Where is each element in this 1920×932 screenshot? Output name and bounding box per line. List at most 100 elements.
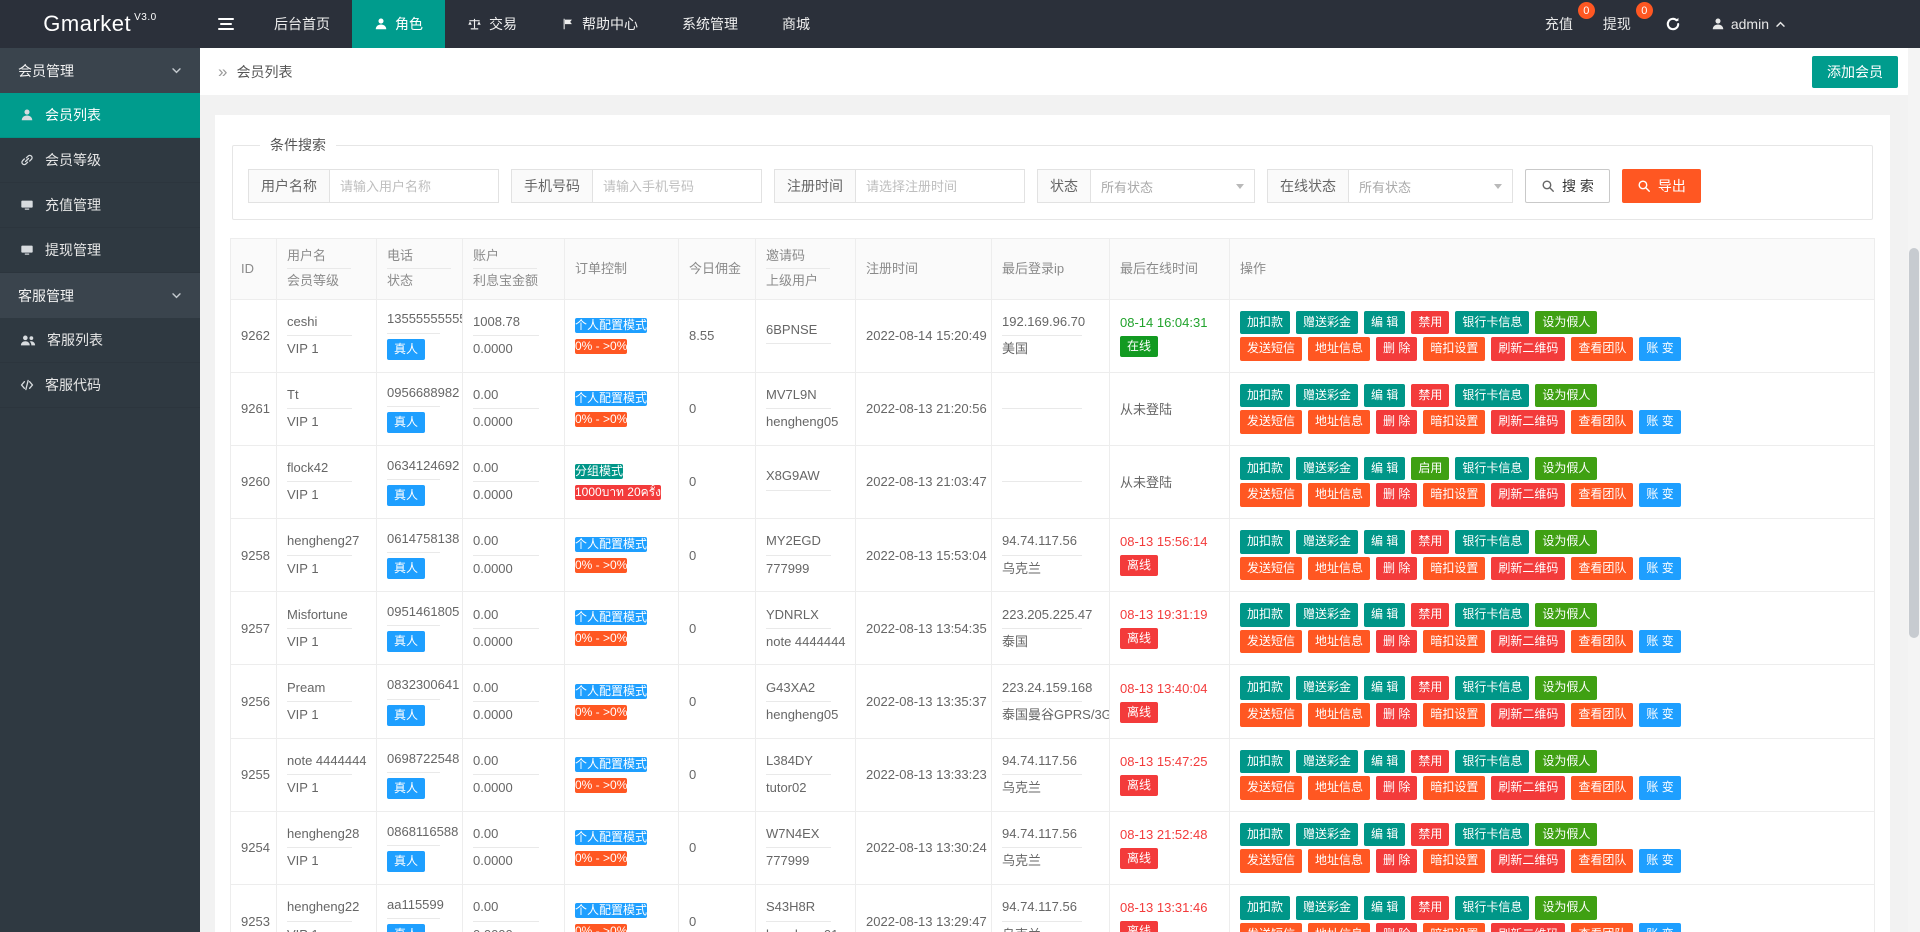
action-hidden-deduct-button[interactable]: 暗扣设置	[1423, 557, 1485, 581]
action-gift-bonus-button[interactable]: 赠送彩金	[1296, 384, 1358, 408]
action-toggle-status-button[interactable]: 禁用	[1411, 603, 1449, 627]
action-hidden-deduct-button[interactable]: 暗扣设置	[1423, 849, 1485, 873]
filter-select-online-status[interactable]: 所有状态	[1348, 169, 1513, 203]
nav-item-mall[interactable]: 商城	[760, 0, 832, 48]
action-view-team-button[interactable]: 查看团队	[1571, 337, 1633, 361]
action-account-change-button[interactable]: 账 变	[1639, 557, 1680, 581]
action-add-deduct-button[interactable]: 加扣款	[1240, 750, 1290, 774]
action-add-deduct-button[interactable]: 加扣款	[1240, 457, 1290, 481]
action-refresh-qrcode-button[interactable]: 刷新二维码	[1491, 630, 1565, 654]
action-bank-card-button[interactable]: 银行卡信息	[1455, 823, 1529, 847]
action-view-team-button[interactable]: 查看团队	[1571, 410, 1633, 434]
filter-input-regtime[interactable]	[855, 169, 1025, 203]
action-account-change-button[interactable]: 账 变	[1639, 337, 1680, 361]
recharge-menu[interactable]: 充值 0	[1533, 0, 1591, 48]
nav-item-system[interactable]: 系统管理	[660, 0, 760, 48]
vertical-scrollbar[interactable]	[1908, 48, 1920, 932]
action-hidden-deduct-button[interactable]: 暗扣设置	[1423, 410, 1485, 434]
action-account-change-button[interactable]: 账 变	[1639, 849, 1680, 873]
action-hidden-deduct-button[interactable]: 暗扣设置	[1423, 337, 1485, 361]
add-member-button[interactable]: 添加会员	[1812, 56, 1898, 88]
action-hidden-deduct-button[interactable]: 暗扣设置	[1423, 923, 1485, 932]
action-delete-button[interactable]: 删 除	[1376, 410, 1417, 434]
user-menu[interactable]: admin	[1697, 0, 1800, 48]
action-delete-button[interactable]: 删 除	[1376, 630, 1417, 654]
filter-input-phone[interactable]	[592, 169, 762, 203]
action-toggle-status-button[interactable]: 禁用	[1411, 311, 1449, 335]
sidebar-item-member-level[interactable]: 会员等级	[0, 138, 200, 183]
action-set-fake-button[interactable]: 设为假人	[1535, 311, 1597, 335]
action-bank-card-button[interactable]: 银行卡信息	[1455, 311, 1529, 335]
action-refresh-qrcode-button[interactable]: 刷新二维码	[1491, 337, 1565, 361]
action-send-sms-button[interactable]: 发送短信	[1240, 557, 1302, 581]
withdraw-menu[interactable]: 提现 0	[1591, 0, 1649, 48]
action-toggle-status-button[interactable]: 禁用	[1411, 896, 1449, 920]
action-send-sms-button[interactable]: 发送短信	[1240, 923, 1302, 932]
action-address-info-button[interactable]: 地址信息	[1308, 703, 1370, 727]
action-account-change-button[interactable]: 账 变	[1639, 703, 1680, 727]
nav-item-trade[interactable]: 交易	[445, 0, 539, 48]
action-address-info-button[interactable]: 地址信息	[1308, 557, 1370, 581]
sidebar-group-0[interactable]: 会员管理	[0, 48, 200, 93]
action-edit-button[interactable]: 编 辑	[1364, 530, 1405, 554]
action-hidden-deduct-button[interactable]: 暗扣设置	[1423, 483, 1485, 507]
action-refresh-qrcode-button[interactable]: 刷新二维码	[1491, 557, 1565, 581]
action-gift-bonus-button[interactable]: 赠送彩金	[1296, 896, 1358, 920]
action-add-deduct-button[interactable]: 加扣款	[1240, 823, 1290, 847]
action-address-info-button[interactable]: 地址信息	[1308, 923, 1370, 932]
action-add-deduct-button[interactable]: 加扣款	[1240, 603, 1290, 627]
action-gift-bonus-button[interactable]: 赠送彩金	[1296, 311, 1358, 335]
action-add-deduct-button[interactable]: 加扣款	[1240, 896, 1290, 920]
nav-item-help-center[interactable]: 帮助中心	[539, 0, 660, 48]
action-toggle-status-button[interactable]: 禁用	[1411, 384, 1449, 408]
action-gift-bonus-button[interactable]: 赠送彩金	[1296, 457, 1358, 481]
action-toggle-status-button[interactable]: 禁用	[1411, 750, 1449, 774]
action-delete-button[interactable]: 删 除	[1376, 337, 1417, 361]
action-account-change-button[interactable]: 账 变	[1639, 630, 1680, 654]
scrollbar-thumb[interactable]	[1909, 248, 1919, 638]
action-address-info-button[interactable]: 地址信息	[1308, 849, 1370, 873]
action-set-fake-button[interactable]: 设为假人	[1535, 750, 1597, 774]
action-delete-button[interactable]: 删 除	[1376, 776, 1417, 800]
action-send-sms-button[interactable]: 发送短信	[1240, 630, 1302, 654]
action-refresh-qrcode-button[interactable]: 刷新二维码	[1491, 703, 1565, 727]
action-delete-button[interactable]: 删 除	[1376, 483, 1417, 507]
action-edit-button[interactable]: 编 辑	[1364, 750, 1405, 774]
action-set-fake-button[interactable]: 设为假人	[1535, 384, 1597, 408]
action-edit-button[interactable]: 编 辑	[1364, 311, 1405, 335]
action-bank-card-button[interactable]: 银行卡信息	[1455, 530, 1529, 554]
action-refresh-qrcode-button[interactable]: 刷新二维码	[1491, 410, 1565, 434]
action-send-sms-button[interactable]: 发送短信	[1240, 410, 1302, 434]
action-bank-card-button[interactable]: 银行卡信息	[1455, 457, 1529, 481]
action-bank-card-button[interactable]: 银行卡信息	[1455, 750, 1529, 774]
search-button[interactable]: 搜 索	[1525, 169, 1610, 203]
nav-item-dashboard[interactable]: 后台首页	[252, 0, 352, 48]
action-set-fake-button[interactable]: 设为假人	[1535, 896, 1597, 920]
sidebar-item-service-code[interactable]: 客服代码	[0, 363, 200, 408]
refresh-button[interactable]	[1649, 0, 1697, 48]
action-set-fake-button[interactable]: 设为假人	[1535, 676, 1597, 700]
action-view-team-button[interactable]: 查看团队	[1571, 483, 1633, 507]
action-bank-card-button[interactable]: 银行卡信息	[1455, 676, 1529, 700]
action-edit-button[interactable]: 编 辑	[1364, 603, 1405, 627]
action-bank-card-button[interactable]: 银行卡信息	[1455, 384, 1529, 408]
action-delete-button[interactable]: 删 除	[1376, 849, 1417, 873]
action-add-deduct-button[interactable]: 加扣款	[1240, 384, 1290, 408]
action-add-deduct-button[interactable]: 加扣款	[1240, 311, 1290, 335]
action-set-fake-button[interactable]: 设为假人	[1535, 457, 1597, 481]
action-address-info-button[interactable]: 地址信息	[1308, 337, 1370, 361]
action-refresh-qrcode-button[interactable]: 刷新二维码	[1491, 849, 1565, 873]
action-account-change-button[interactable]: 账 变	[1639, 923, 1680, 932]
action-bank-card-button[interactable]: 银行卡信息	[1455, 896, 1529, 920]
action-address-info-button[interactable]: 地址信息	[1308, 630, 1370, 654]
action-send-sms-button[interactable]: 发送短信	[1240, 703, 1302, 727]
action-send-sms-button[interactable]: 发送短信	[1240, 776, 1302, 800]
action-refresh-qrcode-button[interactable]: 刷新二维码	[1491, 923, 1565, 932]
action-refresh-qrcode-button[interactable]: 刷新二维码	[1491, 776, 1565, 800]
sidebar-item-recharge-mgmt[interactable]: 充值管理	[0, 183, 200, 228]
action-view-team-button[interactable]: 查看团队	[1571, 923, 1633, 932]
action-set-fake-button[interactable]: 设为假人	[1535, 530, 1597, 554]
action-bank-card-button[interactable]: 银行卡信息	[1455, 603, 1529, 627]
sidebar-item-service-list[interactable]: 客服列表	[0, 318, 200, 363]
action-toggle-status-button[interactable]: 禁用	[1411, 823, 1449, 847]
